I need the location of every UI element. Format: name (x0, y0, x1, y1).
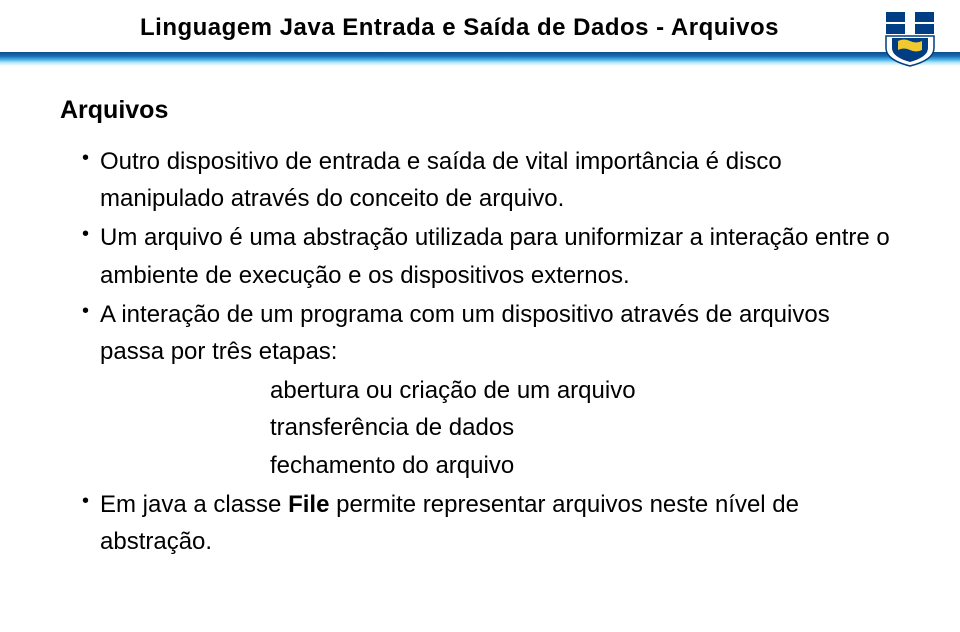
slide-title: Linguagem Java Entrada e Saída de Dados … (140, 14, 860, 42)
bullet-item: A interação de um programa com um dispos… (82, 296, 900, 484)
bullet-item: Outro dispositivo de entrada e saída de … (82, 143, 900, 217)
sublist-item: abertura ou criação de um arquivo (270, 372, 900, 409)
slide-content: Arquivos Outro dispositivo de entrada e … (0, 66, 960, 582)
sub-list: abertura ou criação de um arquivo transf… (100, 372, 900, 484)
bullet-list: Outro dispositivo de entrada e saída de … (60, 143, 900, 560)
gradient-divider (0, 52, 960, 66)
university-crest-icon (880, 8, 940, 68)
bullet-text-pre: Em java a classe (100, 491, 288, 518)
section-title: Arquivos (60, 96, 900, 125)
bullet-text: A interação de um programa com um dispos… (100, 301, 830, 365)
bullet-item: Em java a classe File permite representa… (82, 486, 900, 560)
sublist-item: transferência de dados (270, 409, 900, 446)
slide-header: Linguagem Java Entrada e Saída de Dados … (0, 0, 960, 42)
bullet-text-bold: File (288, 491, 329, 518)
bullet-item: Um arquivo é uma abstração utilizada par… (82, 219, 900, 293)
sublist-item: fechamento do arquivo (270, 447, 900, 484)
